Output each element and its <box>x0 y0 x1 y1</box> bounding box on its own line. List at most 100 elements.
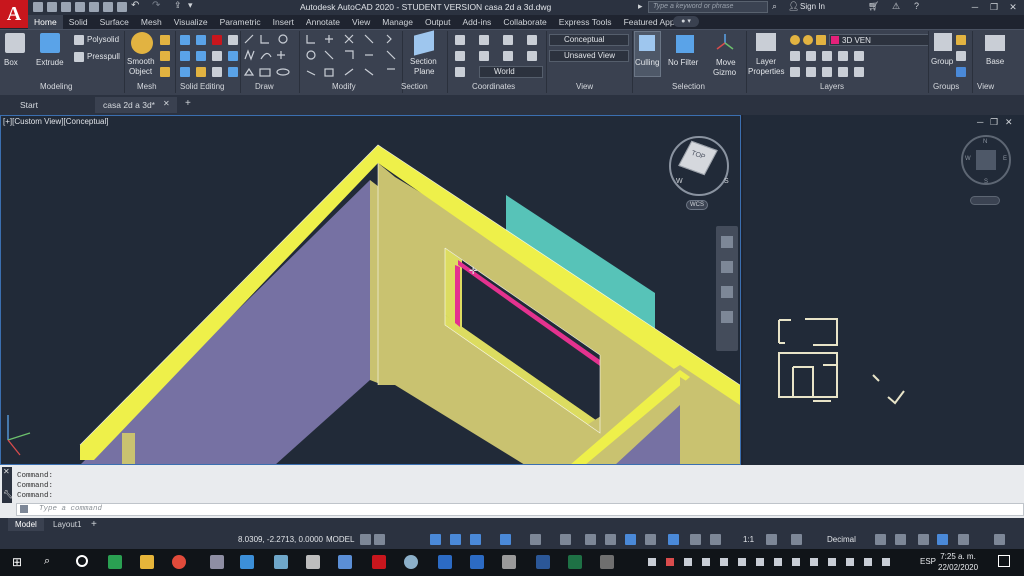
panel-title-modeling[interactable]: Modeling <box>40 82 72 91</box>
layer-tool-icon[interactable] <box>822 67 832 77</box>
snap-icon[interactable] <box>374 534 385 545</box>
orbit-icon[interactable] <box>721 311 733 323</box>
presspull-button[interactable]: Presspull <box>87 52 120 61</box>
coordinates-readout[interactable]: 8.0309, -2.2713, 0.0000 <box>238 535 323 544</box>
group-tool-icon[interactable] <box>956 51 966 61</box>
ucs-icon[interactable] <box>455 51 465 61</box>
units-dropdown[interactable]: Decimal <box>827 535 856 544</box>
panel-title-view[interactable]: View <box>576 82 593 91</box>
user-icon[interactable]: 👤︎ <box>788 1 799 12</box>
customization-icon[interactable] <box>994 534 1005 545</box>
model-space-button[interactable]: MODEL <box>326 535 354 544</box>
ucs-dropdown[interactable]: World <box>479 66 543 78</box>
tab-add-ins[interactable]: Add-ins <box>456 15 497 29</box>
revit-icon[interactable] <box>470 555 484 569</box>
move-gizmo-button-line2[interactable]: Gizmo <box>713 68 736 78</box>
compass-west-label[interactable]: W <box>676 178 683 185</box>
smooth-object-button-line1[interactable]: Smooth <box>127 57 155 67</box>
no-filter-button[interactable]: No Filter <box>668 58 698 68</box>
tab-view[interactable]: View <box>346 15 376 29</box>
panel-title-selection[interactable]: Selection <box>672 82 705 91</box>
search-icon[interactable]: ⌕ <box>772 1 777 12</box>
layer-tool-icon[interactable] <box>854 51 864 61</box>
layer-properties-icon[interactable] <box>756 33 776 51</box>
restore-icon[interactable]: ❐ <box>987 1 1001 13</box>
layer-tool-icon[interactable] <box>790 67 800 77</box>
group-button[interactable]: Group <box>931 57 953 67</box>
lock-ui-icon[interactable] <box>895 534 906 545</box>
undo-icon[interactable]: ↶ <box>131 0 139 11</box>
new-layout-icon[interactable]: + <box>91 519 97 530</box>
subtract-icon[interactable] <box>180 51 190 61</box>
search-icon[interactable]: ⌕ <box>44 555 50 568</box>
solid-edit-icon[interactable] <box>228 35 238 45</box>
3d-osnap-icon[interactable] <box>625 534 636 545</box>
current-layer-name[interactable]: 3D VEN <box>842 36 871 45</box>
tab-surface[interactable]: Surface <box>94 15 135 29</box>
redo-icon[interactable]: ↷ <box>152 0 160 11</box>
solid-edit-icon[interactable] <box>196 35 206 45</box>
new-tab-icon[interactable]: + <box>185 98 191 109</box>
object-snap-tracking-icon[interactable] <box>500 534 511 545</box>
annotation-visibility-icon[interactable] <box>710 534 721 545</box>
task-view-icon[interactable] <box>108 555 122 569</box>
drawing-viewport-left[interactable]: ✛ TOP W S WCS <box>0 115 741 465</box>
base-view-button[interactable]: Base <box>986 57 1004 67</box>
pan-icon[interactable] <box>721 261 733 273</box>
polysolid-icon[interactable] <box>74 35 84 45</box>
tab-insert[interactable]: Insert <box>267 15 300 29</box>
graphics-performance-icon[interactable] <box>937 534 948 545</box>
tab-manage[interactable]: Manage <box>376 15 419 29</box>
move-gizmo-button-line1[interactable]: Move <box>716 58 736 68</box>
zoom-extents-icon[interactable] <box>721 286 733 298</box>
mesh-tool-icon[interactable] <box>160 67 170 77</box>
viewport-controls-label[interactable]: [+][Custom View][Conceptual] <box>3 117 108 126</box>
intersect-icon[interactable] <box>180 67 190 77</box>
command-close-icon[interactable]: ✕ <box>3 467 10 476</box>
command-customize-icon[interactable]: 🔧︎ <box>3 490 13 499</box>
clock[interactable]: 7:25 a. m. 22/02/2020 <box>938 551 978 573</box>
file-explorer-icon[interactable] <box>140 555 154 569</box>
autodesk-a360-icon[interactable]: ⚠ <box>892 1 900 12</box>
box-button[interactable]: Box <box>4 58 18 68</box>
layer-tool-icon[interactable] <box>806 67 816 77</box>
tab-mesh[interactable]: Mesh <box>135 15 168 29</box>
base-view-icon[interactable] <box>985 35 1005 51</box>
tab-visualize[interactable]: Visualize <box>168 15 214 29</box>
tab-model[interactable]: Model <box>8 518 44 531</box>
sun-icon[interactable] <box>803 35 813 45</box>
autocad-taskbar-icon[interactable] <box>372 555 386 569</box>
panel-title-view-base[interactable]: View <box>977 82 994 91</box>
layer-tool-icon[interactable] <box>838 67 848 77</box>
visual-style-dropdown[interactable]: Conceptual <box>549 34 629 46</box>
layer-properties-button-line2[interactable]: Properties <box>748 67 784 77</box>
gizmo-icon[interactable] <box>690 534 701 545</box>
search-toggle-icon[interactable]: ▸ <box>638 1 643 12</box>
solid-edit-icon[interactable] <box>228 67 238 77</box>
union-icon[interactable] <box>180 35 190 45</box>
windows-start-icon[interactable]: ⊞ <box>12 555 22 569</box>
isodraft-icon[interactable] <box>470 534 481 545</box>
polar-icon[interactable] <box>450 534 461 545</box>
culling-icon[interactable] <box>639 35 655 51</box>
wcs-menu-button[interactable]: WCS <box>686 200 708 210</box>
layer-properties-button-line1[interactable]: Layer <box>756 57 776 67</box>
mesh-tool-icon[interactable] <box>160 51 170 61</box>
layer-tool-icon[interactable] <box>838 51 848 61</box>
selection-cycling-icon[interactable] <box>605 534 616 545</box>
box-icon[interactable] <box>5 33 25 53</box>
tab-home[interactable]: Home <box>28 15 63 29</box>
tab-annotate[interactable]: Annotate <box>300 15 346 29</box>
polysolid-button[interactable]: Polysolid <box>87 35 119 44</box>
language-indicator[interactable]: ESP <box>920 557 936 566</box>
section-plane-button-line1[interactable]: Section <box>410 57 437 67</box>
cortana-icon[interactable] <box>76 555 88 567</box>
close-icon[interactable]: ✕ <box>1006 1 1020 13</box>
panel-title-mesh[interactable]: Mesh <box>137 82 157 91</box>
mesh-tool-icon[interactable] <box>160 35 170 45</box>
app-icon[interactable] <box>338 555 352 569</box>
tab-output[interactable]: Output <box>419 15 457 29</box>
tab-express-tools[interactable]: Express Tools <box>553 15 618 29</box>
plot-icon[interactable] <box>117 2 127 12</box>
move-gizmo-icon[interactable] <box>715 33 735 53</box>
